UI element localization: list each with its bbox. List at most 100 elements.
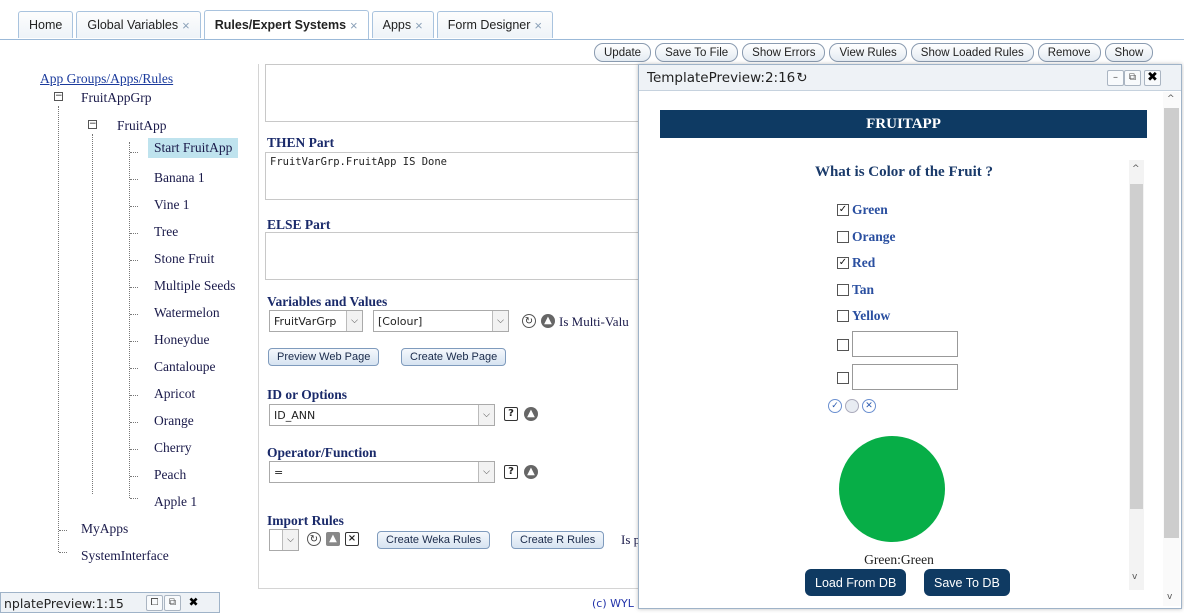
show-button[interactable]: Show — [1104, 43, 1154, 62]
id-options-select[interactable]: ID_ANN ⌵ — [269, 404, 495, 426]
refresh-icon[interactable]: ↻ — [522, 314, 536, 328]
cancel-circle-icon[interactable]: ✕ — [862, 399, 876, 413]
checkbox-checked[interactable]: ✓ — [837, 204, 849, 216]
tree-rule[interactable]: Stone Fruit — [154, 251, 214, 267]
var-group-select[interactable]: FruitVarGrp ⌵ — [269, 310, 363, 332]
checkbox[interactable] — [837, 231, 849, 243]
minimized-preview-window[interactable]: nplatePreview:1:15 ⧠ ⧉ ✖ — [0, 592, 220, 613]
chevron-down-icon[interactable]: v — [1132, 572, 1137, 582]
option-red[interactable]: ✓ Red — [837, 255, 875, 271]
tree-rule[interactable]: Tree — [154, 224, 178, 240]
save-to-file-button[interactable]: Save To File — [655, 43, 739, 62]
tree-root-link[interactable]: App Groups/Apps/Rules — [40, 71, 173, 87]
close-icon[interactable]: ✖ — [185, 595, 202, 611]
collapse-icon[interactable]: − — [54, 92, 63, 101]
close-icon[interactable]: × — [345, 532, 359, 546]
tree-connector — [129, 142, 130, 498]
create-weka-rules-button[interactable]: Create Weka Rules — [377, 531, 491, 549]
tab-global-variables[interactable]: Global Variables × — [76, 11, 201, 38]
then-part-textarea[interactable]: FruitVarGrp.FruitApp IS Done — [265, 152, 641, 200]
var-name-select[interactable]: [Colour] ⌵ — [373, 310, 509, 332]
tree-rule[interactable]: Apple 1 — [154, 494, 197, 510]
save-to-db-button[interactable]: Save To DB — [924, 569, 1010, 596]
tree-group-myapps[interactable]: MyApps — [81, 521, 128, 537]
inner-scrollbar[interactable]: ^ v — [1129, 160, 1144, 590]
checkbox-checked[interactable]: ✓ — [837, 257, 849, 269]
option-yellow[interactable]: Yellow — [837, 308, 890, 324]
popout-icon[interactable]: ⧉ — [164, 595, 181, 611]
question-text: What is Color of the Fruit ? — [814, 164, 994, 180]
restore-icon[interactable]: ⧠ — [146, 595, 163, 611]
chevron-down-icon[interactable]: v — [1167, 592, 1172, 602]
preview-titlebar[interactable]: TemplatePreview:2:16↻ – ⧉ ✖ — [639, 65, 1181, 91]
checkbox[interactable] — [837, 339, 849, 351]
checkbox[interactable] — [837, 372, 849, 384]
else-part-textarea[interactable] — [265, 232, 641, 280]
outer-scrollbar[interactable]: ^ v — [1163, 92, 1180, 606]
checkbox[interactable] — [837, 310, 849, 322]
tree-rule-start-fruitapp[interactable]: Start FruitApp — [148, 138, 239, 158]
tab-rules-expert-systems[interactable]: Rules/Expert Systems × — [203, 10, 369, 39]
help-icon[interactable]: ? — [504, 465, 518, 479]
chevron-up-icon[interactable]: ^ — [1132, 164, 1140, 174]
popout-icon[interactable]: ⧉ — [1124, 70, 1141, 86]
help-icon[interactable]: ? — [504, 407, 518, 421]
tree-rule[interactable]: Honeydue — [154, 332, 209, 348]
view-rules-button[interactable]: View Rules — [829, 43, 907, 62]
other-input-2[interactable] — [852, 364, 958, 390]
collapse-icon[interactable]: − — [88, 120, 97, 129]
close-icon[interactable]: × — [182, 18, 190, 33]
tab-apps[interactable]: Apps × — [371, 11, 434, 38]
scroll-thumb[interactable] — [1130, 184, 1143, 509]
tree-rule[interactable]: Banana 1 — [154, 170, 205, 186]
create-r-rules-button[interactable]: Create R Rules — [511, 531, 605, 549]
close-icon[interactable]: × — [415, 18, 423, 33]
tree-rule[interactable]: Watermelon — [154, 305, 220, 321]
update-button[interactable]: Update — [594, 43, 652, 62]
option-tan[interactable]: Tan — [837, 282, 874, 298]
tree-group-fruitappgrp[interactable]: FruitAppGrp — [81, 90, 152, 106]
chevron-up-icon[interactable]: ^ — [1167, 94, 1175, 104]
refresh-icon[interactable]: ↻ — [307, 532, 321, 546]
checkbox[interactable] — [837, 284, 849, 296]
tree-group-systeminterface[interactable]: SystemInterface — [81, 548, 169, 564]
close-icon[interactable]: × — [350, 18, 358, 33]
tree-rule[interactable]: Vine 1 — [154, 197, 190, 213]
tree-branch — [130, 449, 138, 450]
option-green[interactable]: ✓ Green — [837, 202, 888, 218]
other-input-1[interactable] — [852, 331, 958, 357]
scroll-thumb[interactable] — [1164, 108, 1179, 538]
option-orange[interactable]: Orange — [837, 229, 896, 245]
show-errors-button[interactable]: Show Errors — [742, 43, 826, 62]
refresh-icon[interactable]: ↻ — [796, 70, 807, 86]
tree-app-fruitapp[interactable]: FruitApp — [117, 118, 167, 134]
option-label: Tan — [852, 282, 875, 297]
chevron-up-icon[interactable]: ▲ — [524, 407, 538, 421]
app-banner: FRUITAPP — [660, 110, 1147, 138]
import-rules-select[interactable]: ⌵ — [269, 529, 299, 551]
blank-circle-icon[interactable] — [845, 399, 859, 413]
if-part-textarea[interactable] — [265, 64, 641, 122]
tab-form-designer[interactable]: Form Designer × — [436, 11, 553, 38]
create-web-page-button[interactable]: Create Web Page — [401, 348, 507, 366]
tree-rule[interactable]: Multiple Seeds — [154, 278, 235, 294]
footer-copyright: (c) WYL — [592, 597, 634, 610]
close-icon[interactable]: × — [534, 18, 542, 33]
tree-rule[interactable]: Peach — [154, 467, 186, 483]
tab-home[interactable]: Home — [18, 11, 74, 38]
upload-icon[interactable]: ▲ — [326, 532, 340, 546]
chevron-up-icon[interactable]: ▲ — [524, 465, 538, 479]
tree-rule[interactable]: Orange — [154, 413, 194, 429]
close-icon[interactable]: ✖ — [1144, 70, 1161, 86]
tree-rule[interactable]: Cherry — [154, 440, 192, 456]
check-circle-icon[interactable]: ✓ — [828, 399, 842, 413]
minimize-icon[interactable]: – — [1107, 70, 1124, 86]
operator-select[interactable]: = ⌵ — [269, 461, 495, 483]
preview-web-page-button[interactable]: Preview Web Page — [268, 348, 380, 366]
load-from-db-button[interactable]: Load From DB — [805, 569, 907, 596]
tree-rule[interactable]: Apricot — [154, 386, 195, 402]
remove-button[interactable]: Remove — [1037, 43, 1101, 62]
tree-rule[interactable]: Cantaloupe — [154, 359, 215, 375]
show-loaded-rules-button[interactable]: Show Loaded Rules — [910, 43, 1034, 62]
chevron-up-icon[interactable]: ▲ — [541, 314, 555, 328]
